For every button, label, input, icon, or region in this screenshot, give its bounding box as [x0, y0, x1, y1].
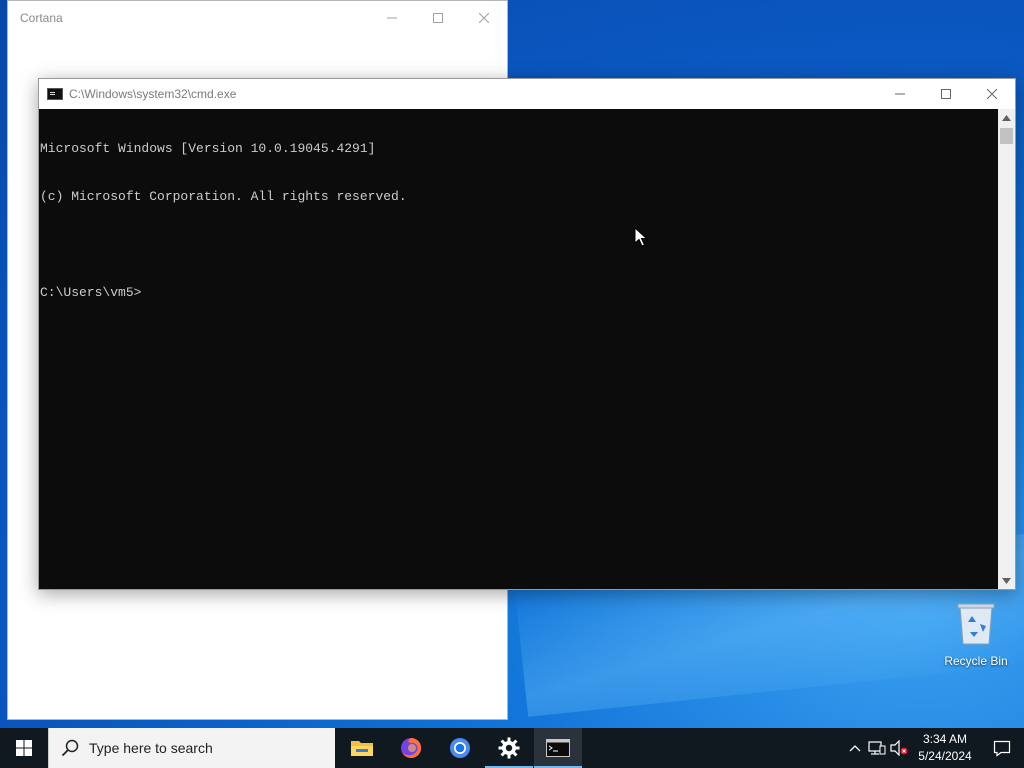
console-output[interactable]: Microsoft Windows [Version 10.0.19045.42…: [39, 109, 998, 589]
network-icon: [868, 741, 886, 755]
close-icon: [479, 12, 489, 23]
console-line: (c) Microsoft Corporation. All rights re…: [40, 189, 407, 204]
taskbar-firefox[interactable]: [387, 728, 435, 768]
cortana-titlebar[interactable]: Cortana: [8, 1, 507, 34]
recycle-bin-label: Recycle Bin: [944, 654, 1008, 668]
maximize-icon: [941, 89, 951, 99]
search-icon: [61, 739, 79, 757]
minimize-icon: [387, 17, 397, 18]
desktop: Cortana C:\Windows\system32\cmd.exe Micr…: [0, 0, 1024, 728]
network-status-button[interactable]: [866, 728, 888, 768]
cmd-window[interactable]: C:\Windows\system32\cmd.exe Microsoft Wi…: [38, 78, 1016, 590]
gear-icon: [498, 737, 520, 759]
cmd-window-title: C:\Windows\system32\cmd.exe: [69, 87, 237, 101]
show-hidden-icons-button[interactable]: [844, 728, 866, 768]
recycle-bin-shortcut[interactable]: Recycle Bin: [938, 600, 1014, 668]
system-tray: 3:34 AM 5/24/2024: [844, 728, 1024, 768]
clock-time: 3:34 AM: [922, 732, 967, 746]
chrome-icon: [450, 738, 470, 758]
taskbar-file-explorer[interactable]: [338, 728, 386, 768]
console-line: Microsoft Windows [Version 10.0.19045.42…: [40, 141, 376, 156]
taskbar-command-prompt[interactable]: [534, 728, 582, 768]
mouse-cursor-icon: [634, 227, 648, 247]
maximize-icon: [433, 12, 443, 23]
vertical-scrollbar[interactable]: [998, 109, 1015, 589]
action-center-button[interactable]: [980, 728, 1024, 768]
console-prompt[interactable]: C:\Users\vm5>: [40, 285, 998, 301]
close-icon: [987, 89, 997, 99]
taskbar-settings[interactable]: [485, 728, 533, 768]
cmd-minimize-button[interactable]: [877, 79, 923, 109]
cmd-app-icon: [47, 88, 63, 100]
chevron-up-icon: [1002, 114, 1011, 121]
clock-button[interactable]: 3:34 AM 5/24/2024: [910, 728, 980, 768]
windows-logo-icon: [16, 740, 32, 756]
cmd-caption-buttons: [877, 79, 1015, 109]
start-button[interactable]: [0, 728, 48, 768]
cortana-window-title: Cortana: [20, 10, 63, 25]
clock-date: 5/24/2024: [918, 749, 972, 763]
firefox-icon: [401, 737, 422, 758]
taskbar-search-box[interactable]: Type here to search: [48, 728, 335, 768]
taskbar-chrome[interactable]: [436, 728, 484, 768]
command-prompt-icon: [546, 739, 570, 757]
scrollbar-thumb[interactable]: [1000, 128, 1013, 144]
cmd-close-button[interactable]: [969, 79, 1015, 109]
scroll-down-button[interactable]: [998, 572, 1015, 589]
cmd-console-area[interactable]: Microsoft Windows [Version 10.0.19045.42…: [39, 109, 1015, 589]
cortana-maximize-button[interactable]: [415, 1, 461, 34]
volume-muted-icon: [890, 740, 908, 756]
search-placeholder: Type here to search: [89, 740, 213, 756]
volume-button[interactable]: [888, 728, 910, 768]
minimize-icon: [895, 93, 905, 95]
scroll-up-button[interactable]: [998, 109, 1015, 126]
notification-icon: [993, 740, 1011, 757]
folder-icon: [351, 741, 373, 756]
cmd-titlebar[interactable]: C:\Windows\system32\cmd.exe: [39, 79, 1015, 109]
chevron-down-icon: [1002, 577, 1011, 584]
cortana-minimize-button[interactable]: [369, 1, 415, 34]
cortana-caption-buttons: [369, 1, 507, 34]
chevron-up-icon: [849, 745, 861, 752]
recycle-bin-icon: [957, 603, 995, 645]
cmd-maximize-button[interactable]: [923, 79, 969, 109]
taskbar: Type here to search 3:34 AM 5/24/2024: [0, 728, 1024, 768]
cortana-close-button[interactable]: [461, 1, 507, 34]
